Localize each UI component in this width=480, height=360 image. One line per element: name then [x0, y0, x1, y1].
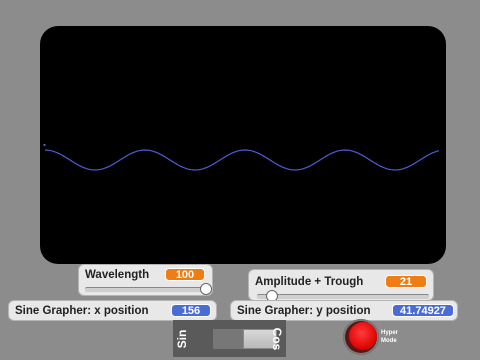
wavelength-slider[interactable] — [85, 287, 207, 292]
x-position-value: 156 — [171, 304, 211, 317]
y-position-label: Sine Grapher: y position — [237, 305, 371, 317]
pen-dot — [43, 144, 46, 146]
cos-label: Cos — [270, 327, 284, 350]
amplitude-monitor: Amplitude + Trough 21 — [248, 269, 434, 302]
hyper-mode-button-face[interactable] — [349, 322, 377, 350]
x-position-label: Sine Grapher: x position — [15, 305, 149, 317]
sin-label-box: Sin — [174, 320, 190, 357]
sin-cos-switch[interactable]: Sin Cos — [173, 320, 286, 357]
wavelength-label: Wavelength — [85, 269, 150, 281]
wavelength-monitor: Wavelength 100 — [78, 264, 213, 296]
sin-label: Sin — [175, 329, 189, 348]
stage[interactable] — [40, 26, 446, 264]
hyper-mode-button[interactable] — [343, 319, 379, 355]
sine-wave-canvas — [43, 144, 440, 171]
amplitude-label: Amplitude + Trough — [255, 276, 364, 288]
amplitude-slider[interactable] — [257, 294, 429, 299]
wavelength-slider-knob[interactable] — [199, 283, 212, 295]
y-position-value: 41.74927 — [392, 304, 454, 317]
hyper-mode-label: Hyper Mode — [381, 330, 399, 344]
cos-label-box: Cos — [269, 320, 285, 357]
x-position-monitor: Sine Grapher: x position 156 — [8, 300, 217, 321]
amplitude-value: 21 — [385, 275, 427, 288]
y-position-monitor: Sine Grapher: y position 41.74927 — [230, 300, 458, 321]
sine-wave — [44, 149, 440, 171]
switch-track[interactable] — [213, 329, 247, 349]
wavelength-value: 100 — [165, 268, 205, 281]
